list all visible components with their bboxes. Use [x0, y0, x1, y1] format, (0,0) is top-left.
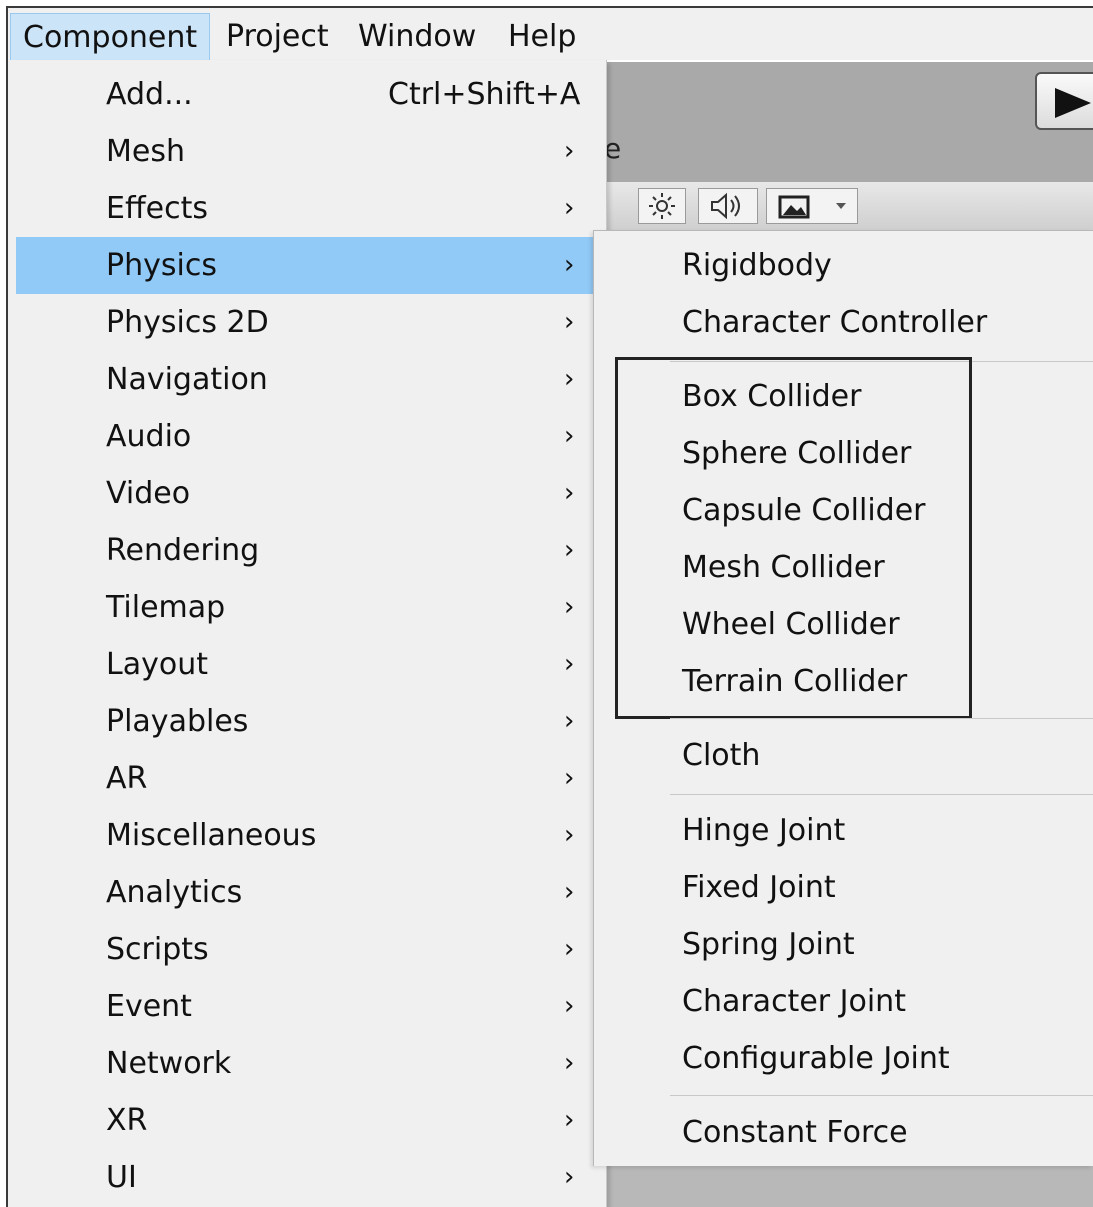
- play-button[interactable]: [1035, 72, 1093, 130]
- lighting-toggle[interactable]: [638, 188, 686, 224]
- menu-item-playables[interactable]: Playables ›: [16, 693, 598, 750]
- submenu-item-rigidbody[interactable]: Rigidbody: [682, 237, 832, 294]
- chevron-right-icon: ›: [564, 934, 575, 964]
- submenu-item-cloth[interactable]: Cloth: [682, 727, 760, 784]
- menu-item-label: Tilemap: [106, 590, 226, 625]
- chevron-right-icon: ›: [564, 763, 575, 793]
- editor-panel: e: [600, 62, 1093, 182]
- menu-item-label: Physics: [106, 248, 217, 283]
- menu-window[interactable]: Window: [346, 13, 488, 61]
- submenu-item-mesh-collider[interactable]: Mesh Collider: [682, 539, 885, 596]
- menu-item-physics[interactable]: Physics ›: [16, 237, 598, 294]
- menu-item-effects[interactable]: Effects ›: [16, 180, 598, 237]
- menu-item-label: Navigation: [106, 362, 268, 397]
- menu-item-mesh[interactable]: Mesh ›: [16, 123, 598, 180]
- menu-item-label: Video: [106, 476, 191, 511]
- menu-item-video[interactable]: Video ›: [16, 465, 598, 522]
- menu-item-label: AR: [106, 761, 148, 796]
- chevron-right-icon: ›: [564, 478, 575, 508]
- menu-item-add[interactable]: Add... Ctrl+Shift+A: [16, 66, 598, 123]
- menu-item-label: Effects: [106, 191, 208, 226]
- chevron-right-icon: ›: [564, 364, 575, 394]
- menu-component[interactable]: Component: [10, 13, 210, 61]
- chevron-right-icon: ›: [564, 421, 575, 451]
- menubar: Component Project Window Help: [8, 8, 1093, 61]
- menu-project[interactable]: Project: [214, 13, 341, 61]
- menu-item-label: Add...: [106, 77, 193, 112]
- speaker-icon: [711, 192, 740, 220]
- submenu-item-configurable-joint[interactable]: Configurable Joint: [682, 1030, 950, 1087]
- submenu-item-terrain-collider[interactable]: Terrain Collider: [682, 653, 907, 710]
- submenu-item-constant-force[interactable]: Constant Force: [682, 1104, 908, 1161]
- menu-item-label: Scripts: [106, 932, 209, 967]
- component-menu: Add... Ctrl+Shift+A Mesh › Effects › Phy…: [8, 60, 607, 1207]
- chevron-right-icon: ›: [564, 877, 575, 907]
- menu-item-miscellaneous[interactable]: Miscellaneous ›: [16, 807, 598, 864]
- submenu-item-fixed-joint[interactable]: Fixed Joint: [682, 859, 836, 916]
- menu-item-label: XR: [106, 1103, 148, 1138]
- submenu-item-wheel-collider[interactable]: Wheel Collider: [682, 596, 900, 653]
- chevron-right-icon: ›: [564, 535, 575, 565]
- effects-toggle[interactable]: [766, 188, 858, 224]
- dropdown-arrow-icon: [836, 203, 846, 209]
- menu-item-ui[interactable]: UI ›: [16, 1149, 598, 1206]
- submenu-item-spring-joint[interactable]: Spring Joint: [682, 916, 855, 973]
- image-icon: [778, 195, 810, 219]
- menu-item-network[interactable]: Network ›: [16, 1035, 598, 1092]
- menu-item-label: Mesh: [106, 134, 185, 169]
- submenu-item-box-collider[interactable]: Box Collider: [682, 368, 861, 425]
- editor-bottom-panel: [600, 1165, 1093, 1207]
- chevron-right-icon: ›: [564, 193, 575, 223]
- menu-item-label: Audio: [106, 419, 192, 454]
- scene-toolbar: [600, 182, 1093, 231]
- menu-item-label: Layout: [106, 647, 208, 682]
- chevron-right-icon: ›: [564, 136, 575, 166]
- menu-item-event[interactable]: Event ›: [16, 978, 598, 1035]
- menu-item-ar[interactable]: AR ›: [16, 750, 598, 807]
- menu-item-label: Network: [106, 1046, 232, 1081]
- menu-item-rendering[interactable]: Rendering ›: [16, 522, 598, 579]
- submenu-item-sphere-collider[interactable]: Sphere Collider: [682, 425, 911, 482]
- menu-separator: [670, 794, 1093, 795]
- submenu-item-character-joint[interactable]: Character Joint: [682, 973, 906, 1030]
- menu-item-layout[interactable]: Layout ›: [16, 636, 598, 693]
- menu-help[interactable]: Help: [496, 13, 588, 61]
- menu-item-physics-2d[interactable]: Physics 2D ›: [16, 294, 598, 351]
- chevron-right-icon: ›: [564, 592, 575, 622]
- physics-submenu: Rigidbody Character Controller Box Colli…: [593, 230, 1093, 1166]
- audio-toggle[interactable]: [698, 188, 758, 224]
- menu-item-label: UI: [106, 1160, 137, 1195]
- submenu-item-character-controller[interactable]: Character Controller: [682, 294, 987, 351]
- menu-item-scripts[interactable]: Scripts ›: [16, 921, 598, 978]
- chevron-right-icon: ›: [564, 649, 575, 679]
- menu-item-label: Playables: [106, 704, 249, 739]
- submenu-item-hinge-joint[interactable]: Hinge Joint: [682, 802, 845, 859]
- menu-separator: [670, 718, 1093, 719]
- chevron-right-icon: ›: [564, 307, 575, 337]
- chevron-right-icon: ›: [564, 250, 575, 280]
- chevron-right-icon: ›: [564, 991, 575, 1021]
- chevron-right-icon: ›: [564, 820, 575, 850]
- menu-item-xr[interactable]: XR ›: [16, 1092, 598, 1149]
- menu-separator: [670, 1095, 1093, 1096]
- chevron-right-icon: ›: [564, 1162, 575, 1192]
- menu-item-label: Rendering: [106, 533, 260, 568]
- chevron-right-icon: ›: [564, 1048, 575, 1078]
- menu-item-analytics[interactable]: Analytics ›: [16, 864, 598, 921]
- menu-item-label: Physics 2D: [106, 305, 269, 340]
- menu-item-tilemap[interactable]: Tilemap ›: [16, 579, 598, 636]
- menu-item-label: Miscellaneous: [106, 818, 317, 853]
- chevron-right-icon: ›: [564, 706, 575, 736]
- menu-item-label: Event: [106, 989, 192, 1024]
- shortcut-label: Ctrl+Shift+A: [388, 77, 581, 112]
- sun-icon: [649, 193, 675, 219]
- chevron-right-icon: ›: [564, 1105, 575, 1135]
- menu-item-label: Analytics: [106, 875, 243, 910]
- menu-item-audio[interactable]: Audio ›: [16, 408, 598, 465]
- menu-item-navigation[interactable]: Navigation ›: [16, 351, 598, 408]
- play-icon: [1055, 88, 1091, 118]
- submenu-item-capsule-collider[interactable]: Capsule Collider: [682, 482, 926, 539]
